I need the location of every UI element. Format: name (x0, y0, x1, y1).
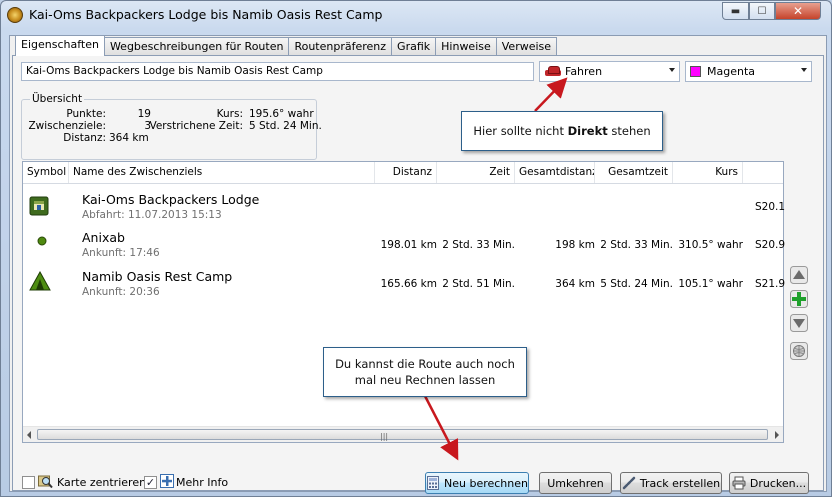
callout-recalc-line2: mal neu Rechnen lassen (354, 373, 496, 387)
callout-recalc: Du kannst die Route auch noch mal neu Re… (323, 347, 527, 397)
callout-recalc-line1: Du kannst die Route auch noch (335, 357, 515, 371)
callout-direct-bold: Direkt (567, 124, 608, 138)
callout-direct: Hier sollte nicht Direkt stehen (461, 111, 663, 151)
callout-direct-suffix: stehen (607, 124, 651, 138)
callout-direct-prefix: Hier sollte nicht (473, 124, 568, 138)
arrow-to-mode-select (534, 77, 568, 112)
arrow-to-recalc-button (423, 395, 459, 461)
route-properties-window: Kai-Oms Backpackers Lodge bis Namib Oasi… (0, 0, 832, 497)
tab-eigenschaften[interactable]: Eigenschaften (15, 35, 105, 56)
annotation-arrows (423, 77, 568, 461)
